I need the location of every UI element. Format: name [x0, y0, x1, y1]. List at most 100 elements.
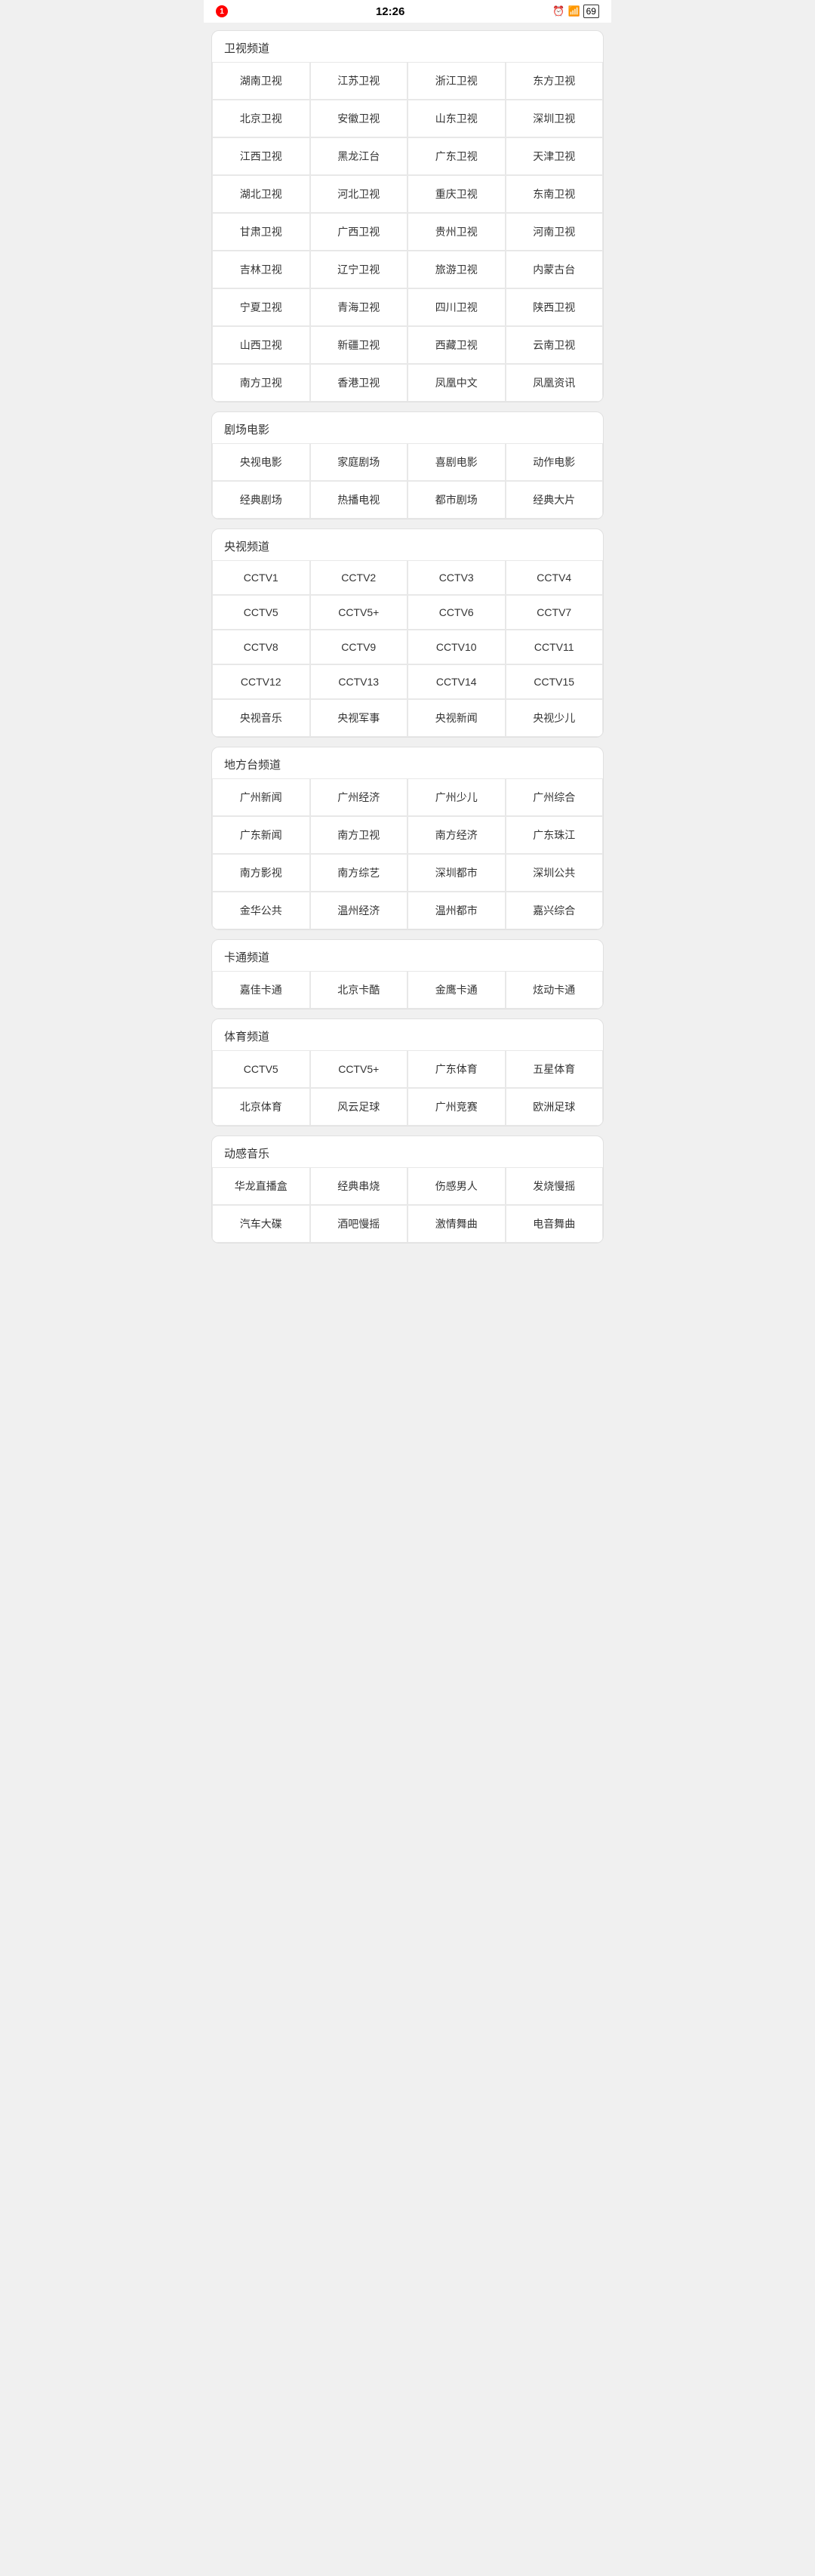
grid-item[interactable]: 贵州卫视: [408, 213, 506, 251]
grid-item[interactable]: 青海卫视: [310, 288, 408, 326]
grid-item[interactable]: 天津卫视: [506, 137, 604, 175]
grid-item[interactable]: 央视军事: [310, 699, 408, 737]
grid-item[interactable]: 北京卫视: [212, 100, 310, 137]
grid-item[interactable]: 广东珠江: [506, 816, 604, 854]
grid-item[interactable]: CCTV6: [408, 595, 506, 630]
grid-item[interactable]: 广西卫视: [310, 213, 408, 251]
grid-item[interactable]: 伤感男人: [408, 1167, 506, 1205]
grid-item[interactable]: 经典串烧: [310, 1167, 408, 1205]
grid-item[interactable]: CCTV9: [310, 630, 408, 664]
grid-item[interactable]: 五星体育: [506, 1050, 604, 1088]
grid-item[interactable]: 嘉佳卡通: [212, 971, 310, 1009]
grid-item[interactable]: 经典大片: [506, 481, 604, 519]
grid-item[interactable]: 热播电视: [310, 481, 408, 519]
grid-item[interactable]: CCTV4: [506, 560, 604, 595]
grid-item[interactable]: 金鹰卡通: [408, 971, 506, 1009]
grid-item[interactable]: 嘉兴综合: [506, 892, 604, 929]
grid-item[interactable]: 陕西卫视: [506, 288, 604, 326]
grid-item[interactable]: CCTV7: [506, 595, 604, 630]
grid-item[interactable]: 南方影视: [212, 854, 310, 892]
grid-item[interactable]: 广州竞赛: [408, 1088, 506, 1126]
grid-item[interactable]: CCTV12: [212, 664, 310, 699]
grid-item[interactable]: 南方卫视: [310, 816, 408, 854]
grid-item[interactable]: 深圳卫视: [506, 100, 604, 137]
grid-item[interactable]: 央视电影: [212, 443, 310, 481]
grid-item[interactable]: 东方卫视: [506, 62, 604, 100]
grid-item[interactable]: 欧洲足球: [506, 1088, 604, 1126]
grid-item[interactable]: 经典剧场: [212, 481, 310, 519]
grid-item[interactable]: 重庆卫视: [408, 175, 506, 213]
grid-item[interactable]: 炫动卡通: [506, 971, 604, 1009]
grid-item[interactable]: 山西卫视: [212, 326, 310, 364]
grid-item[interactable]: CCTV5: [212, 595, 310, 630]
grid-item[interactable]: 家庭剧场: [310, 443, 408, 481]
grid-item[interactable]: 温州经济: [310, 892, 408, 929]
grid-item[interactable]: CCTV13: [310, 664, 408, 699]
grid-item[interactable]: 广东卫视: [408, 137, 506, 175]
grid-item[interactable]: 广州少儿: [408, 778, 506, 816]
grid-item[interactable]: CCTV2: [310, 560, 408, 595]
grid-item[interactable]: 酒吧慢摇: [310, 1205, 408, 1243]
grid-item[interactable]: 内蒙古台: [506, 251, 604, 288]
grid-item[interactable]: CCTV11: [506, 630, 604, 664]
grid-item[interactable]: 深圳都市: [408, 854, 506, 892]
grid-item[interactable]: 广州综合: [506, 778, 604, 816]
grid-item[interactable]: 旅游卫视: [408, 251, 506, 288]
grid-item[interactable]: 江西卫视: [212, 137, 310, 175]
grid-item[interactable]: 凤凰资讯: [506, 364, 604, 402]
grid-item[interactable]: CCTV15: [506, 664, 604, 699]
grid-item[interactable]: 央视少儿: [506, 699, 604, 737]
grid-item[interactable]: 广州新闻: [212, 778, 310, 816]
grid-item[interactable]: 汽车大碟: [212, 1205, 310, 1243]
grid-item[interactable]: 云南卫视: [506, 326, 604, 364]
grid-item[interactable]: CCTV10: [408, 630, 506, 664]
grid-item[interactable]: 江苏卫视: [310, 62, 408, 100]
grid-item[interactable]: 东南卫视: [506, 175, 604, 213]
grid-item[interactable]: 西藏卫视: [408, 326, 506, 364]
grid-item[interactable]: CCTV14: [408, 664, 506, 699]
grid-item[interactable]: 香港卫视: [310, 364, 408, 402]
grid-item[interactable]: CCTV3: [408, 560, 506, 595]
grid-item[interactable]: 激情舞曲: [408, 1205, 506, 1243]
grid-item[interactable]: 安徽卫视: [310, 100, 408, 137]
grid-item[interactable]: 央视新闻: [408, 699, 506, 737]
grid-item[interactable]: 凤凰中文: [408, 364, 506, 402]
grid-item[interactable]: 广东体育: [408, 1050, 506, 1088]
grid-item[interactable]: 都市剧场: [408, 481, 506, 519]
grid-item[interactable]: 华龙直播盒: [212, 1167, 310, 1205]
grid-item[interactable]: CCTV5: [212, 1050, 310, 1088]
grid-item[interactable]: 新疆卫视: [310, 326, 408, 364]
grid-item[interactable]: 发烧慢摇: [506, 1167, 604, 1205]
grid-item[interactable]: 风云足球: [310, 1088, 408, 1126]
grid-item[interactable]: 四川卫视: [408, 288, 506, 326]
grid-item[interactable]: 北京体育: [212, 1088, 310, 1126]
grid-item[interactable]: 央视音乐: [212, 699, 310, 737]
grid-item[interactable]: 金华公共: [212, 892, 310, 929]
grid-item[interactable]: 宁夏卫视: [212, 288, 310, 326]
grid-item[interactable]: 湖南卫视: [212, 62, 310, 100]
grid-item[interactable]: 湖北卫视: [212, 175, 310, 213]
grid-item[interactable]: 山东卫视: [408, 100, 506, 137]
grid-item[interactable]: 深圳公共: [506, 854, 604, 892]
grid-item[interactable]: 温州都市: [408, 892, 506, 929]
grid-item[interactable]: 电音舞曲: [506, 1205, 604, 1243]
grid-item[interactable]: 动作电影: [506, 443, 604, 481]
grid-item[interactable]: CCTV8: [212, 630, 310, 664]
grid-item[interactable]: 南方综艺: [310, 854, 408, 892]
grid-item[interactable]: 喜剧电影: [408, 443, 506, 481]
grid-item[interactable]: CCTV1: [212, 560, 310, 595]
grid-item[interactable]: 甘肃卫视: [212, 213, 310, 251]
grid-item[interactable]: 南方经济: [408, 816, 506, 854]
grid-item[interactable]: CCTV5+: [310, 595, 408, 630]
grid-item[interactable]: 河南卫视: [506, 213, 604, 251]
grid-item[interactable]: 浙江卫视: [408, 62, 506, 100]
grid-item[interactable]: 广州经济: [310, 778, 408, 816]
grid-item[interactable]: CCTV5+: [310, 1050, 408, 1088]
grid-item[interactable]: 辽宁卫视: [310, 251, 408, 288]
grid-item[interactable]: 河北卫视: [310, 175, 408, 213]
grid-item[interactable]: 广东新闻: [212, 816, 310, 854]
grid-item[interactable]: 南方卫视: [212, 364, 310, 402]
grid-item[interactable]: 吉林卫视: [212, 251, 310, 288]
grid-item[interactable]: 北京卡酷: [310, 971, 408, 1009]
grid-item[interactable]: 黑龙江台: [310, 137, 408, 175]
